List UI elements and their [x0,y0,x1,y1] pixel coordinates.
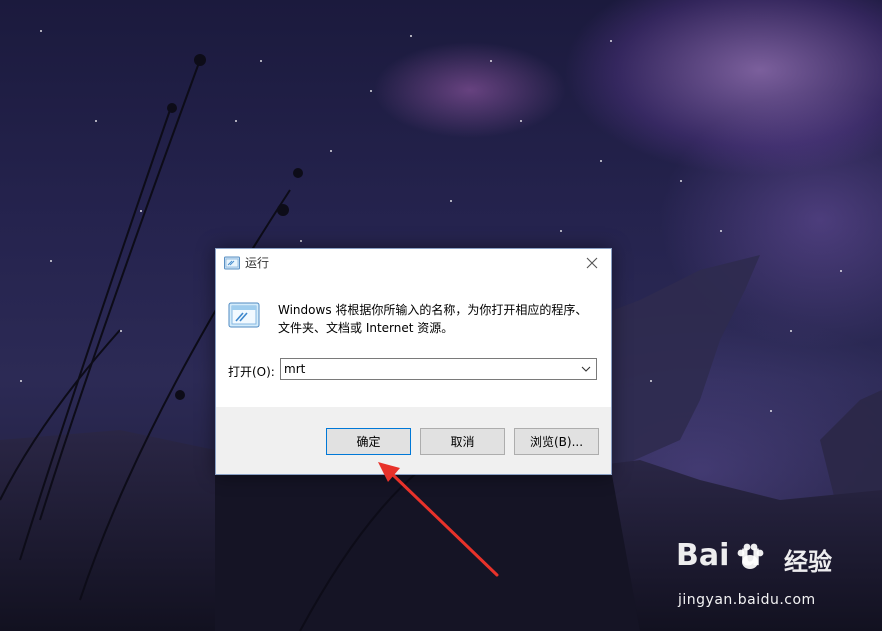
run-app-icon [228,302,260,328]
run-dialog: 运行 Windows 将根据你所输入的名称，为你打开相应的程序、文件夹、文档或 … [215,248,612,475]
dialog-footer: 确定 取消 浏览(B)... [216,407,611,474]
open-label: 打开(O): [228,365,275,379]
chevron-down-icon[interactable] [579,361,593,377]
close-icon [586,257,598,269]
baidu-paw-icon [737,543,764,569]
dialog-title: 运行 [245,256,270,270]
close-button[interactable] [577,251,607,275]
open-combobox[interactable] [280,358,597,380]
dialog-description: Windows 将根据你所输入的名称，为你打开相应的程序、文件夹、文档或 Int… [278,303,588,335]
dialog-body: Windows 将根据你所输入的名称，为你打开相应的程序、文件夹、文档或 Int… [216,277,611,407]
cancel-button[interactable]: 取消 [420,428,505,455]
watermark-brand: 经验 [784,548,832,576]
baidu-watermark: Bai u 经验 jingyan.baidu.com [676,538,856,618]
watermark-url: jingyan.baidu.com [678,592,816,608]
browse-button[interactable]: 浏览(B)... [514,428,599,455]
run-app-icon [224,256,240,270]
title-bar[interactable]: 运行 [216,249,611,277]
open-input[interactable] [284,360,569,378]
ok-button[interactable]: 确定 [326,428,411,455]
